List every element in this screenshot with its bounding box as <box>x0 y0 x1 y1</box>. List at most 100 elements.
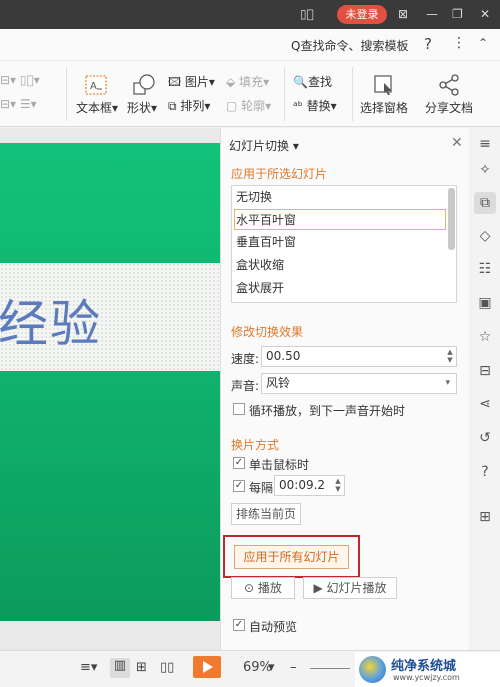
title-bar: ▯⃞ 未登录 ⊠ — ❐ ✕ <box>0 0 500 29</box>
help-icon[interactable]: ? <box>477 464 493 480</box>
picture-button[interactable]: 🖾 图片▾ <box>168 73 215 94</box>
transition-list[interactable]: 无切换 水平百叶窗 垂直百叶窗 盒状收缩 盒状展开 <box>231 185 457 303</box>
fill-label: 填充 <box>239 75 264 89</box>
sound-select[interactable]: 风铃 ▾ <box>261 373 457 394</box>
slideshow-button[interactable]: ▶ 幻灯片播放 <box>303 577 397 599</box>
command-search[interactable]: Q查找命令、搜索模板 <box>291 37 408 54</box>
slide-title-text[interactable]: 经验 <box>0 299 102 349</box>
minimize-icon[interactable]: — <box>426 7 438 21</box>
every-time-stepper[interactable]: 00:09.2 ▲ ▼ <box>274 475 345 496</box>
on-click-checkbox[interactable]: ✓ <box>233 457 245 469</box>
rehearse-button[interactable]: 排练当前页 <box>231 503 301 525</box>
replace-button[interactable]: ᵃᵇ 替换▾ <box>293 97 337 114</box>
list-scrollbar[interactable] <box>448 188 455 250</box>
slide-transition-pane: 幻灯片切换 ▾ ✕ 应用于所选幻灯片 无切换 水平百叶窗 垂直百叶窗 盒状收缩 … <box>220 128 469 650</box>
play-button[interactable]: ⊙ 播放 <box>231 577 295 599</box>
sound-value: 风铃 <box>266 376 291 390</box>
textbox-icon: A <box>85 75 107 95</box>
watermark-url: www.ycwjzy.com <box>393 673 460 682</box>
shape-icon <box>133 74 155 95</box>
menu-row: Q查找命令、搜索模板 ? ⋮ ⌃ <box>0 29 500 61</box>
svg-text:A: A <box>90 81 97 92</box>
list-item[interactable]: 无切换 <box>235 187 445 208</box>
list-item[interactable]: 垂直百叶窗 <box>235 232 445 253</box>
sorter-view-icon[interactable]: ⊞ <box>136 660 147 675</box>
collapse-sidebar-icon[interactable]: ≡ <box>477 136 493 152</box>
chevron-down-icon: ▾ <box>445 378 450 388</box>
share-icon[interactable]: ⋖ <box>477 396 493 412</box>
shape-effects-icon[interactable]: ◇ <box>477 228 493 244</box>
reading-view-icon[interactable]: ▯▯ <box>160 660 174 675</box>
watermark-title: 纯净系统城 <box>391 659 457 674</box>
settings-sliders-icon[interactable]: ☷ <box>477 261 493 277</box>
device-icon[interactable]: ▯⃞ <box>300 7 314 21</box>
zoom-slider[interactable] <box>310 668 350 669</box>
replace-label: 替换 <box>306 99 331 113</box>
outline-label: 轮廓 <box>241 99 266 113</box>
restore-icon[interactable]: ❐ <box>452 7 463 21</box>
ribbon-divider <box>352 67 353 121</box>
speed-stepper[interactable]: 00.50 ▲ ▼ <box>261 346 457 367</box>
watermark: 纯净系统城 www.ycwjzy.com <box>355 652 500 687</box>
watermark-logo-icon <box>359 656 386 683</box>
indent-dropdown-icon[interactable]: ⊟▾ ☰▾ <box>0 97 37 111</box>
image-icon[interactable]: ▣ <box>477 295 493 311</box>
list-item[interactable]: 盒状展开 <box>235 278 445 299</box>
login-button[interactable]: 未登录 <box>337 5 387 24</box>
textbox-button[interactable]: 文本框▾ <box>76 99 118 116</box>
shape-button[interactable]: 形状▾ <box>127 99 157 116</box>
apply-to-all-button[interactable]: 应用于所有幻灯片 <box>234 545 349 569</box>
help-icon[interactable]: ? <box>424 35 432 53</box>
pane-title[interactable]: 幻灯片切换 ▾ <box>229 137 299 154</box>
every-checkbox[interactable]: ✓ <box>233 480 245 492</box>
textbox-label: 文本框 <box>76 101 113 115</box>
modify-effect-heading: 修改切换效果 <box>231 325 304 339</box>
find-button[interactable]: 🔍查找 <box>293 73 332 90</box>
notes-toggle-icon[interactable]: ≡▾ <box>80 660 97 675</box>
star-icon[interactable]: ☆ <box>477 329 493 345</box>
outline-button[interactable]: ▢ 轮廓▾ <box>226 97 271 114</box>
close-icon[interactable]: ✕ <box>480 7 490 21</box>
ribbon: ⊟▾ ▯⃞▾ ⊟▾ ☰▾ A 文本框▾ 形状▾ 🖾 图片▾ ⬙ 填充▾ ⧉ 排列… <box>0 61 500 127</box>
grid-icon[interactable]: ⊞ <box>477 509 493 525</box>
sound-label: 声音: <box>231 379 260 393</box>
archive-icon[interactable]: ⊟ <box>477 363 493 379</box>
pane-close-icon[interactable]: ✕ <box>451 135 463 151</box>
list-item-selected[interactable]: 水平百叶窗 <box>234 209 446 230</box>
speed-value: 00.50 <box>266 349 301 363</box>
loop-checkbox[interactable] <box>233 403 245 415</box>
skin-icon[interactable]: ⊠ <box>398 7 408 21</box>
find-label: 查找 <box>307 75 332 89</box>
apply-to-selected-heading: 应用于所选幻灯片 <box>231 167 328 181</box>
share-doc-button[interactable]: 分享文档 <box>425 99 473 116</box>
advance-heading: 换片方式 <box>231 438 280 452</box>
apply-all-highlight: 应用于所有幻灯片 <box>223 535 360 578</box>
slide[interactable]: 经验 <box>0 143 222 621</box>
more-icon[interactable]: ⋮ <box>452 35 466 51</box>
pane-title-label: 幻灯片切换 <box>229 139 290 153</box>
align-dropdown-icon[interactable]: ⊟▾ ▯⃞▾ <box>0 73 40 87</box>
normal-view-icon[interactable]: ▥ <box>110 658 130 678</box>
slide-canvas[interactable]: 经验 <box>0 128 222 650</box>
auto-preview-checkbox[interactable]: ✓ <box>233 619 245 631</box>
transition-icon[interactable]: ⧉ <box>474 192 496 214</box>
slideshow-play-icon[interactable] <box>193 656 221 678</box>
share-icon <box>439 74 459 96</box>
list-item[interactable]: 盒状收缩 <box>235 255 445 276</box>
arrange-label: 排列 <box>180 99 205 113</box>
slideshow-label: 幻灯片播放 <box>326 581 387 595</box>
fill-button[interactable]: ⬙ 填充▾ <box>226 73 269 90</box>
collapse-ribbon-icon[interactable]: ⌃ <box>478 36 488 50</box>
arrange-button[interactable]: ⧉ 排列▾ <box>168 97 210 114</box>
history-icon[interactable]: ↺ <box>477 430 493 446</box>
zoom-out-button[interactable]: – <box>290 660 297 675</box>
selection-pane-icon <box>374 75 392 95</box>
spin-arrows-icon[interactable]: ▲ ▼ <box>446 348 454 364</box>
right-sidebar: ≡ ✧ ⧉ ◇ ☷ ▣ ☆ ⊟ ⋖ ↺ ? ⊞ <box>469 128 500 650</box>
magic-icon[interactable]: ✧ <box>477 162 493 178</box>
spin-arrows-icon[interactable]: ▲ ▼ <box>334 477 342 493</box>
play-label: 播放 <box>257 581 282 595</box>
ribbon-divider <box>284 67 285 121</box>
zoom-dropdown-icon[interactable]: ▾ <box>268 660 275 675</box>
selection-pane-button[interactable]: 选择窗格 <box>360 99 408 116</box>
